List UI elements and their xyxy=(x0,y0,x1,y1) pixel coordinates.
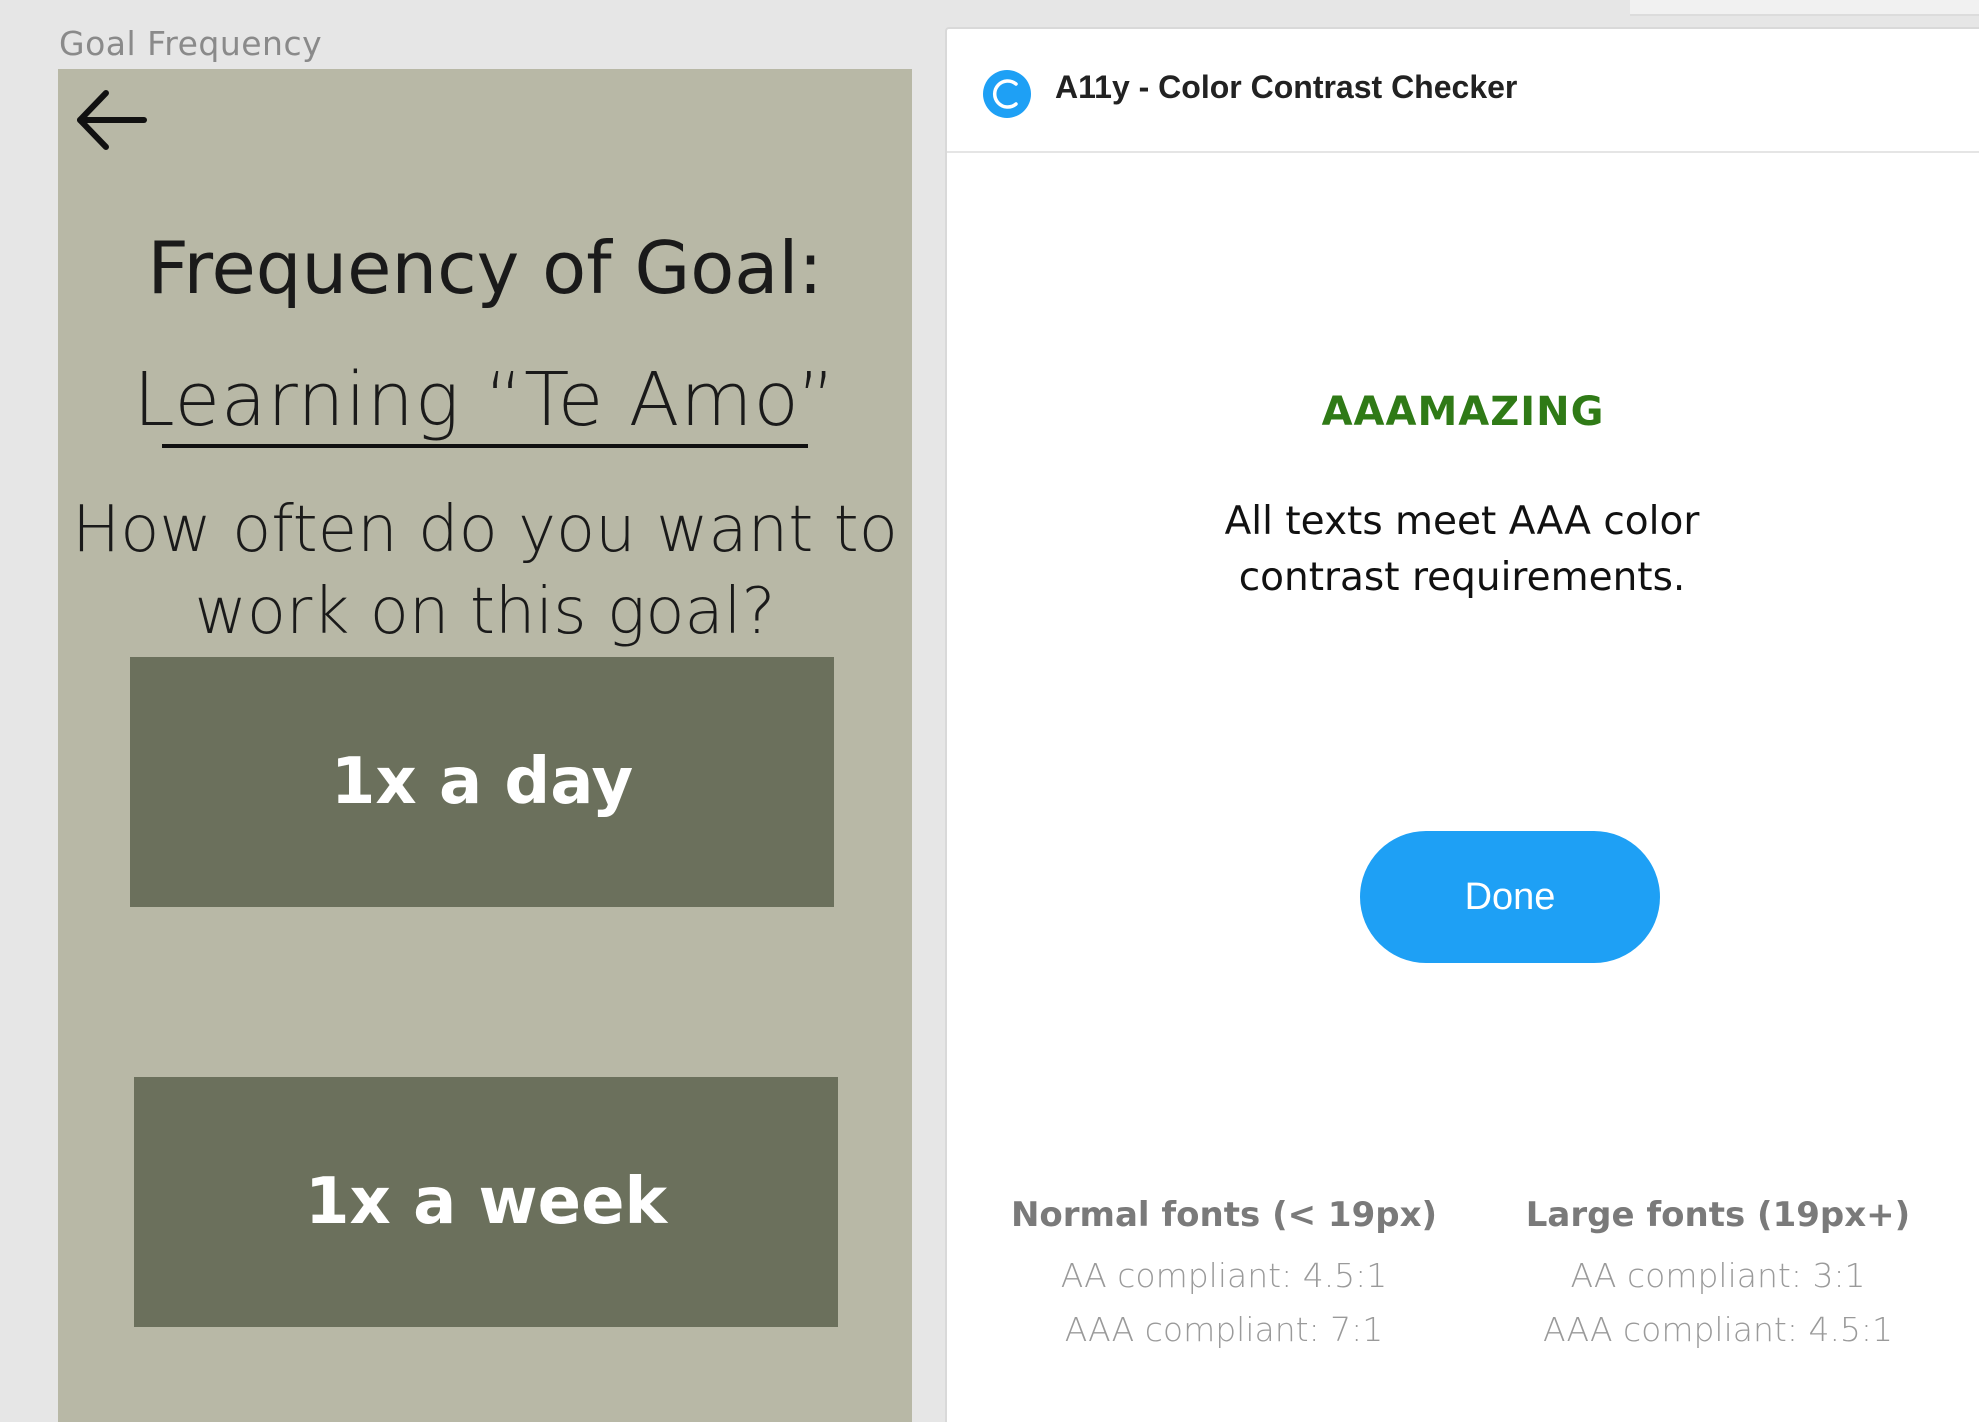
legend-aaa-ratio: AAA compliant: 7:1 xyxy=(1064,1310,1384,1349)
goal-underline xyxy=(162,444,808,448)
legend-large-fonts: Large fonts (19px+) AA compliant: 3:1 AA… xyxy=(1503,1195,1933,1357)
frequency-question: How often do you want to work on this go… xyxy=(72,493,898,649)
option-daily-button[interactable]: 1x a day xyxy=(130,657,834,907)
plugin-header: A11y - Color Contrast Checker xyxy=(947,29,1979,153)
contrast-checker-panel: A11y - Color Contrast Checker AAAMAZING … xyxy=(945,27,1979,1422)
done-button[interactable]: Done xyxy=(1360,831,1660,963)
plugin-title: A11y - Color Contrast Checker xyxy=(1055,69,1518,105)
legend-aa-ratio: AA compliant: 3:1 xyxy=(1570,1256,1866,1295)
result-heading: AAAMAZING xyxy=(1321,389,1605,435)
goal-name: Learning “Te Amo” xyxy=(133,357,837,443)
option-weekly-button[interactable]: 1x a week xyxy=(134,1077,838,1327)
phone-frame[interactable]: Frequency of Goal: Learning “Te Amo” How… xyxy=(58,69,912,1422)
legend-title: Normal fonts (< 19px) xyxy=(1010,1195,1438,1235)
legend-aaa-ratio: AAA compliant: 4.5:1 xyxy=(1542,1310,1894,1349)
back-arrow-icon[interactable] xyxy=(74,87,150,153)
page-title: Frequency of Goal: xyxy=(147,226,823,310)
result-message: All texts meet AAA color contrast requir… xyxy=(1224,499,1700,600)
legend-aa-ratio: AA compliant: 4.5:1 xyxy=(1060,1256,1388,1295)
figma-canvas: Goal Frequency Frequency of Goal: Learni… xyxy=(0,0,1979,1422)
legend-title: Large fonts (19px+) xyxy=(1525,1195,1911,1235)
c-circle-icon xyxy=(983,70,1031,118)
frame-label[interactable]: Goal Frequency xyxy=(59,24,322,63)
legend-normal-fonts: Normal fonts (< 19px) AA compliant: 4.5:… xyxy=(1009,1195,1439,1357)
canvas-edge-strip xyxy=(1630,0,1979,16)
